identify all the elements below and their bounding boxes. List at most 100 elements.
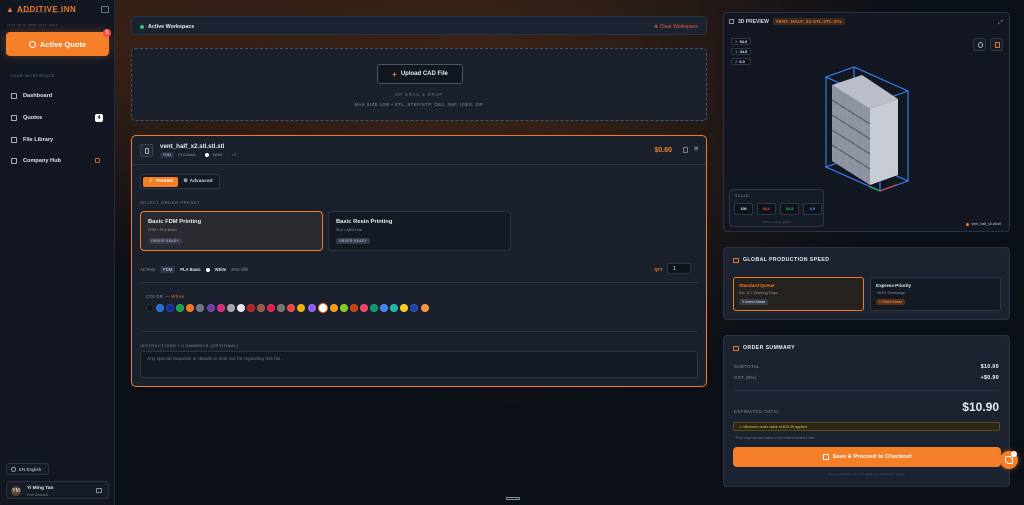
color-swatch[interactable] — [370, 304, 379, 312]
speed-option-subtitle: +50% Surcharge — [876, 290, 906, 295]
sidebar-item-quotes[interactable]: Quotes 4 — [6, 110, 109, 126]
instructions-label: INSTRUCTIONS / COMMENTS (OPTIONAL) — [140, 343, 239, 348]
sidebar-toggle-icon[interactable] — [101, 6, 109, 13]
sidebar-item-dashboard[interactable]: Dashboard — [6, 88, 109, 104]
quote-icon — [11, 115, 17, 121]
preview-title: 3D PREVIEW — [738, 18, 769, 25]
minimum-order-text: Minimum order value of $10.00 applied — [743, 425, 808, 429]
chat-icon — [1005, 456, 1013, 464]
preset-subtitle: SLA • ABS-Like — [336, 228, 363, 232]
active-quote-button[interactable]: Active Quote 1 — [6, 29, 111, 56]
dimension-list: X 54.0 Y 34.5 Z 6.0 — [731, 38, 752, 65]
dimension-value: 6.0 — [739, 59, 745, 64]
user-card[interactable]: YM Yi Ming Tan Free Account — [6, 481, 109, 499]
color-swatch[interactable] — [246, 304, 255, 312]
divider — [734, 390, 999, 391]
pan-button[interactable] — [990, 38, 1003, 51]
color-swatch[interactable] — [156, 304, 165, 312]
language-selector[interactable]: EN English — [6, 463, 49, 475]
globe-icon — [11, 466, 16, 472]
qty-label: QTY — [654, 267, 663, 272]
zoom-button[interactable] — [973, 38, 986, 51]
3d-model-viewport[interactable] — [804, 63, 924, 203]
select-preset-label: SELECT ORDER PRESET — [140, 200, 201, 205]
preset-basic-resin[interactable]: Basic Resin Printing SLA • ABS-Like ORDE… — [328, 211, 511, 251]
resize-handle[interactable] — [506, 497, 520, 500]
close-icon[interactable]: ✕ — [693, 145, 699, 153]
scale-label: SCALE — [735, 194, 749, 198]
upload-cad-button[interactable]: + Upload CAD File — [377, 64, 463, 84]
color-swatch[interactable] — [297, 304, 306, 312]
color-swatch[interactable] — [226, 304, 235, 312]
color-swatch[interactable] — [359, 304, 368, 312]
duplicate-icon[interactable] — [683, 147, 688, 153]
speed-option-badge: 3 Orders Ahead — [739, 299, 769, 305]
color-swatch[interactable] — [176, 304, 185, 312]
upload-dropzone[interactable]: + Upload CAD File OR DRAG & DROP MAX SIZ… — [131, 48, 707, 121]
total-label: ESTIMATED TOTAL — [734, 409, 780, 414]
grid-icon — [11, 93, 17, 99]
color-swatch[interactable] — [166, 304, 175, 312]
color-swatch[interactable] — [400, 304, 409, 312]
color-swatch[interactable] — [410, 304, 419, 312]
color-swatch[interactable] — [307, 304, 316, 312]
selected-color-name: White — [171, 294, 185, 299]
checkout-button[interactable]: Save & Proceed to Checkout — [733, 447, 1001, 467]
quantity-input[interactable]: 1 — [667, 263, 691, 274]
color-swatch[interactable] — [267, 304, 276, 312]
color-swatch[interactable] — [420, 304, 429, 312]
file-qty: ×1 — [231, 153, 237, 157]
expand-icon[interactable]: ⤢ — [998, 20, 1003, 27]
color-swatch[interactable] — [146, 304, 154, 312]
receipt-icon — [733, 345, 739, 351]
color-swatch[interactable] — [287, 304, 296, 312]
active-config-summary: ACTIVE FDM PLA Basic White 20% infill — [140, 264, 698, 275]
truck-icon — [733, 257, 739, 263]
minimum-order-notice: ⚠ Minimum order value of $10.00 applied — [733, 422, 1000, 431]
speed-title: GLOBAL PRODUCTION SPEED — [733, 257, 829, 263]
color-swatch[interactable] — [206, 304, 215, 312]
sidebar-item-company-hub[interactable]: Company Hub — [6, 153, 109, 169]
speed-option-standard[interactable]: Standard Queue Est. 5-7 Working Days 3 O… — [733, 277, 864, 311]
sidebar-item-file-library[interactable]: File Library — [6, 132, 109, 148]
color-swatch[interactable] — [317, 303, 328, 313]
active-quote-badge: 1 — [103, 29, 111, 37]
logout-icon[interactable] — [96, 488, 102, 493]
scale-percent-input[interactable]: 100 — [734, 203, 753, 215]
speed-option-subtitle: Est. 5-7 Working Days — [739, 290, 778, 295]
color-swatch[interactable] — [216, 304, 225, 312]
status-dot-icon — [140, 24, 144, 29]
color-swatch[interactable] — [236, 304, 245, 312]
folder-icon — [11, 137, 17, 143]
color-swatch[interactable] — [196, 304, 205, 312]
color-swatch[interactable] — [257, 304, 266, 312]
model-legend: vent_half_x2.stl.stl — [966, 222, 1001, 226]
legend-label: vent_half_x2.stl.stl — [971, 222, 1001, 226]
color-swatch[interactable] — [380, 304, 389, 312]
color-swatch[interactable] — [277, 304, 286, 312]
color-dot-icon — [204, 153, 209, 157]
color-swatch[interactable] — [186, 304, 195, 312]
speed-option-express[interactable]: Express Priority +50% Surcharge 1 Orders… — [870, 277, 1001, 311]
color-swatch[interactable] — [349, 304, 358, 312]
tab-advanced[interactable]: ⚙ Advanced — [178, 177, 217, 187]
speed-option-title: Express Priority — [876, 283, 912, 288]
file-tech: FDM — [160, 152, 175, 158]
preset-basic-fdm[interactable]: Basic FDM Printing FDM • PLA Basic ORDER… — [140, 211, 323, 251]
workspace-title: Active Workspace — [148, 23, 195, 30]
axis-z-label: Z — [735, 59, 738, 64]
color-swatch[interactable] — [329, 304, 338, 312]
color-swatch[interactable] — [390, 304, 399, 312]
scale-x-input[interactable]: 54.0 — [757, 203, 776, 215]
tab-presets[interactable]: ⚡ Presets — [143, 176, 179, 187]
summary-title-text: ORDER SUMMARY — [743, 345, 795, 351]
clear-workspace-button[interactable]: ⊗ Clear Workspace — [654, 24, 698, 30]
scale-z-input[interactable]: 6.0 — [803, 203, 822, 215]
gst-label: GST (9%) — [734, 375, 757, 380]
active-quote-label: Active Quote — [39, 39, 87, 49]
scale-y-input[interactable]: 34.5 — [780, 203, 799, 215]
instructions-input[interactable] — [140, 351, 698, 378]
color-swatch[interactable] — [339, 304, 348, 312]
dimension-value: 34.5 — [739, 49, 748, 54]
preset-badge: ORDER READY — [336, 238, 371, 244]
